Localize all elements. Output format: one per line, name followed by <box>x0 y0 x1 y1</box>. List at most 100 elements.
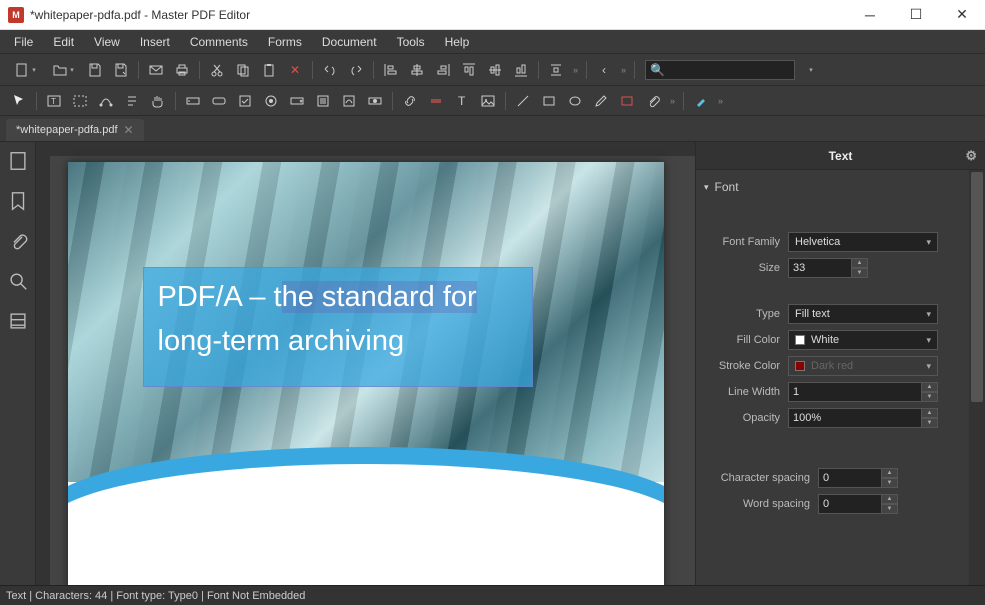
tools-more-icon[interactable]: » <box>668 96 677 106</box>
word-spacing-input[interactable] <box>818 494 882 514</box>
tab-strip: *whitepaper-pdfa.pdf ✕ <box>0 116 985 142</box>
font-size-input[interactable] <box>788 258 852 278</box>
text-line-2[interactable]: long-term archiving <box>158 320 518 364</box>
attachment-tool[interactable] <box>642 90 664 112</box>
align-left-icon[interactable] <box>380 59 402 81</box>
rectangle-annot-tool[interactable] <box>616 90 638 112</box>
text-line-1[interactable]: PDF/A – the standard for <box>158 276 518 320</box>
new-document-button[interactable] <box>8 59 42 81</box>
menu-insert[interactable]: Insert <box>132 32 178 52</box>
distribute-icon[interactable] <box>545 59 567 81</box>
combobox-tool[interactable] <box>286 90 308 112</box>
menu-comments[interactable]: Comments <box>182 32 256 52</box>
selected-text-box[interactable]: PDF/A – the standard for long-term archi… <box>143 267 533 387</box>
align-center-h-icon[interactable] <box>406 59 428 81</box>
pencil-tool[interactable] <box>590 90 612 112</box>
search-box[interactable]: 🔍 <box>645 60 795 80</box>
menu-document[interactable]: Document <box>314 32 385 52</box>
text-tool[interactable]: T <box>451 90 473 112</box>
signature-tool[interactable] <box>338 90 360 112</box>
menu-tools[interactable]: Tools <box>389 32 433 52</box>
maximize-button[interactable]: ☐ <box>893 0 939 29</box>
nav-more-icon[interactable]: » <box>619 65 628 75</box>
pointer-tool[interactable] <box>8 90 30 112</box>
delete-button[interactable]: ✕ <box>284 59 306 81</box>
menu-forms[interactable]: Forms <box>260 32 310 52</box>
document-tab[interactable]: *whitepaper-pdfa.pdf ✕ <box>6 119 144 141</box>
link-annotation-tool[interactable] <box>399 90 421 112</box>
page-wave-graphic <box>68 482 664 585</box>
opacity-input[interactable] <box>788 408 922 428</box>
font-size-spinner[interactable]: ▲▼ <box>788 258 868 278</box>
listbox-tool[interactable] <box>312 90 334 112</box>
type-combo[interactable]: Fill text <box>788 304 938 324</box>
menu-help[interactable]: Help <box>437 32 478 52</box>
align-top-icon[interactable] <box>458 59 480 81</box>
opacity-spinner[interactable]: ▲▼ <box>788 408 938 428</box>
button-field-tool[interactable] <box>208 90 230 112</box>
attachments-icon[interactable] <box>7 230 29 252</box>
hand-tool[interactable] <box>147 90 169 112</box>
font-family-combo[interactable]: Helvetica <box>788 232 938 252</box>
close-window-button[interactable]: ✕ <box>939 0 985 29</box>
font-section-header[interactable]: ▾ Font <box>702 176 975 198</box>
cut-button[interactable] <box>206 59 228 81</box>
select-text-tool[interactable] <box>121 90 143 112</box>
save-as-button[interactable] <box>110 59 132 81</box>
canvas-area[interactable]: PDF/A – the standard for long-term archi… <box>36 142 695 585</box>
panel-title: Text <box>829 149 853 163</box>
search-panel-icon[interactable] <box>7 270 29 292</box>
thumbnails-icon[interactable] <box>7 150 29 172</box>
marker-more-icon[interactable]: » <box>716 96 725 106</box>
font-family-label: Font Family <box>710 236 788 248</box>
copy-button[interactable] <box>232 59 254 81</box>
align-bottom-icon[interactable] <box>510 59 532 81</box>
prev-page-button[interactable]: ‹ <box>593 59 615 81</box>
workspace: PDF/A – the standard for long-term archi… <box>0 142 985 585</box>
text-field-tool[interactable] <box>182 90 204 112</box>
layers-icon[interactable] <box>7 310 29 332</box>
edit-vector-tool[interactable] <box>95 90 117 112</box>
link-tool[interactable] <box>364 90 386 112</box>
menu-edit[interactable]: Edit <box>45 32 82 52</box>
checkbox-tool[interactable] <box>234 90 256 112</box>
panel-scrollbar[interactable] <box>969 170 985 585</box>
char-spacing-spinner[interactable]: ▲▼ <box>818 468 898 488</box>
edit-text-tool[interactable]: T <box>43 90 65 112</box>
marker-tool[interactable] <box>690 90 712 112</box>
redo-button[interactable] <box>345 59 367 81</box>
paste-button[interactable] <box>258 59 280 81</box>
save-button[interactable] <box>84 59 106 81</box>
minimize-button[interactable]: ─ <box>847 0 893 29</box>
rectangle-tool[interactable] <box>538 90 560 112</box>
ruler-vertical <box>36 142 50 585</box>
search-input[interactable] <box>665 64 790 76</box>
undo-button[interactable] <box>319 59 341 81</box>
radio-tool[interactable] <box>260 90 282 112</box>
fill-color-combo[interactable]: White <box>788 330 938 350</box>
bookmarks-icon[interactable] <box>7 190 29 212</box>
word-spacing-spinner[interactable]: ▲▼ <box>818 494 898 514</box>
image-tool[interactable] <box>477 90 499 112</box>
align-middle-icon[interactable] <box>484 59 506 81</box>
line-tool[interactable] <box>512 90 534 112</box>
menu-file[interactable]: File <box>6 32 41 52</box>
align-right-icon[interactable] <box>432 59 454 81</box>
print-button[interactable] <box>171 59 193 81</box>
char-spacing-input[interactable] <box>818 468 882 488</box>
edit-forms-tool[interactable] <box>69 90 91 112</box>
toolbar-more-icon[interactable]: » <box>571 65 580 75</box>
open-button[interactable] <box>46 59 80 81</box>
email-button[interactable] <box>145 59 167 81</box>
pdf-page[interactable]: PDF/A – the standard for long-term archi… <box>68 162 664 585</box>
opacity-label: Opacity <box>710 412 788 424</box>
highlight-tool[interactable] <box>425 90 447 112</box>
line-width-input[interactable] <box>788 382 922 402</box>
search-options-button[interactable] <box>799 59 821 81</box>
panel-settings-icon[interactable]: ⚙ <box>965 148 977 164</box>
ellipse-tool[interactable] <box>564 90 586 112</box>
line-width-spinner[interactable]: ▲▼ <box>788 382 938 402</box>
menu-view[interactable]: View <box>86 32 128 52</box>
fill-color-label: Fill Color <box>710 334 788 346</box>
tab-close-icon[interactable]: ✕ <box>124 123 134 137</box>
